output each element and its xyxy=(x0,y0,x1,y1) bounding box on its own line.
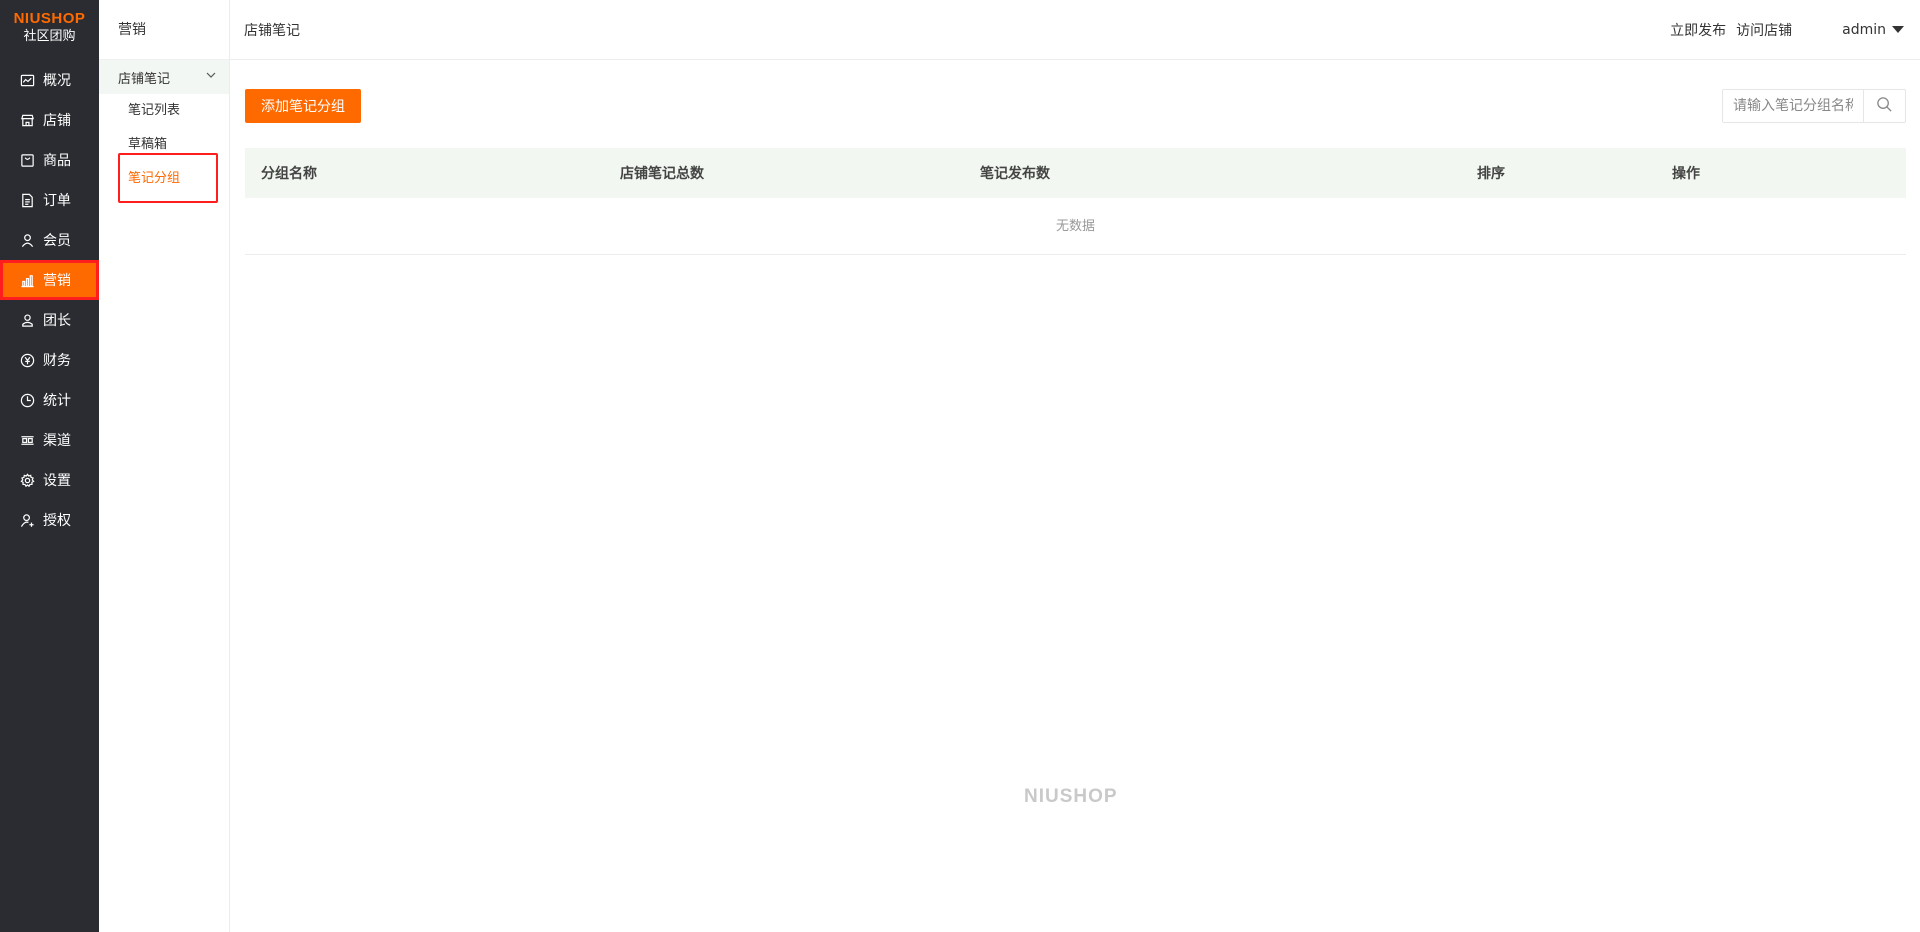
store-icon xyxy=(19,112,35,128)
brand[interactable]: NIUSHOP 社区团购 xyxy=(0,0,99,53)
caret-down-icon xyxy=(1892,26,1904,33)
note-group-table: 分组名称 店铺笔记总数 笔记发布数 排序 操作 无数据 xyxy=(245,148,1906,255)
channel-icon xyxy=(19,432,35,448)
add-note-group-button[interactable]: 添加笔记分组 xyxy=(245,89,361,123)
column-header-group-name: 分组名称 xyxy=(261,166,317,182)
search-input[interactable] xyxy=(1723,90,1863,122)
order-document-icon xyxy=(19,192,35,208)
top-header: 店铺笔记 立即发布 访问店铺 admin xyxy=(230,0,1920,60)
gear-icon xyxy=(19,472,35,488)
search-icon xyxy=(1876,96,1893,117)
user-icon xyxy=(19,232,35,248)
sub-sidebar: 营销 店铺笔记 笔记列表 草稿箱 笔记分组 xyxy=(99,0,230,932)
sidebar-item-orders[interactable]: 订单 xyxy=(0,180,99,220)
sidebar-item-label: 会员 xyxy=(43,233,71,249)
search-button[interactable] xyxy=(1863,90,1905,122)
column-header-actions: 操作 xyxy=(1672,166,1700,182)
header-actions: 立即发布 访问店铺 admin xyxy=(1660,20,1904,40)
subnav-group-label: 店铺笔记 xyxy=(118,71,171,87)
authorize-user-icon xyxy=(19,512,35,528)
sidebar-item-channels[interactable]: 渠道 xyxy=(0,420,99,460)
sidebar-item-label: 订单 xyxy=(43,193,71,209)
sidebar-item-marketing[interactable]: 营销 xyxy=(0,260,99,300)
subnav-item-note-list[interactable]: 笔记列表 xyxy=(99,94,229,128)
breadcrumb: 店铺笔记 xyxy=(244,22,300,39)
publish-now-link[interactable]: 立即发布 xyxy=(1670,20,1726,40)
subnav-group-store-notes[interactable]: 店铺笔记 xyxy=(99,60,229,94)
footer-logo: NIUSHOP xyxy=(1024,786,1118,807)
sidebar-item-members[interactable]: 会员 xyxy=(0,220,99,260)
column-header-total-notes: 店铺笔记总数 xyxy=(620,166,704,182)
sidebar-item-label: 概况 xyxy=(43,73,71,89)
chevron-down-icon xyxy=(205,69,217,85)
empty-state: 无数据 xyxy=(245,198,1906,255)
goods-icon xyxy=(19,152,35,168)
sidebar-item-leader[interactable]: 团长 xyxy=(0,300,99,340)
sidebar-item-label: 财务 xyxy=(43,353,71,369)
brand-subtitle: 社区团购 xyxy=(23,29,76,44)
main-sidebar: NIUSHOP 社区团购 概况 店铺 商品 订单 会员 营销 团长 财务 统计 … xyxy=(0,0,99,932)
sidebar-item-label: 设置 xyxy=(43,473,71,489)
sidebar-item-statistics[interactable]: 统计 xyxy=(0,380,99,420)
chart-line-icon xyxy=(19,72,35,88)
sidebar-item-overview[interactable]: 概况 xyxy=(0,60,99,100)
sidebar-item-settings[interactable]: 设置 xyxy=(0,460,99,500)
visit-store-link[interactable]: 访问店铺 xyxy=(1736,20,1792,40)
user-menu[interactable]: admin xyxy=(1842,22,1904,38)
sidebar-item-label: 店铺 xyxy=(43,113,71,129)
column-header-published-notes: 笔记发布数 xyxy=(980,166,1050,182)
sidebar-item-goods[interactable]: 商品 xyxy=(0,140,99,180)
main-nav: 概况 店铺 商品 订单 会员 营销 团长 财务 统计 渠道 设置 授权 xyxy=(0,60,99,540)
bar-chart-icon xyxy=(19,272,35,288)
sub-sidebar-title: 营销 xyxy=(99,0,229,60)
column-header-sort: 排序 xyxy=(1477,166,1505,182)
sidebar-item-authorize[interactable]: 授权 xyxy=(0,500,99,540)
username: admin xyxy=(1842,21,1886,38)
table-header: 分组名称 店铺笔记总数 笔记发布数 排序 操作 xyxy=(245,148,1906,198)
sidebar-item-finance[interactable]: 财务 xyxy=(0,340,99,380)
subnav-item-drafts[interactable]: 草稿箱 xyxy=(99,128,229,162)
clock-pie-icon xyxy=(19,392,35,408)
toolbar: 添加笔记分组 xyxy=(245,89,1906,123)
sidebar-item-label: 团长 xyxy=(43,313,71,329)
sidebar-item-label: 授权 xyxy=(43,513,71,529)
brand-logo: NIUSHOP xyxy=(13,10,86,27)
sidebar-item-label: 渠道 xyxy=(43,433,71,449)
sidebar-item-store[interactable]: 店铺 xyxy=(0,100,99,140)
yen-icon xyxy=(19,352,35,368)
search-box xyxy=(1722,89,1906,123)
leader-user-icon xyxy=(19,312,35,328)
sidebar-item-label: 统计 xyxy=(43,393,71,409)
subnav-item-note-groups[interactable]: 笔记分组 xyxy=(99,162,229,196)
sidebar-item-label: 商品 xyxy=(43,153,71,169)
sidebar-item-label: 营销 xyxy=(43,273,71,289)
